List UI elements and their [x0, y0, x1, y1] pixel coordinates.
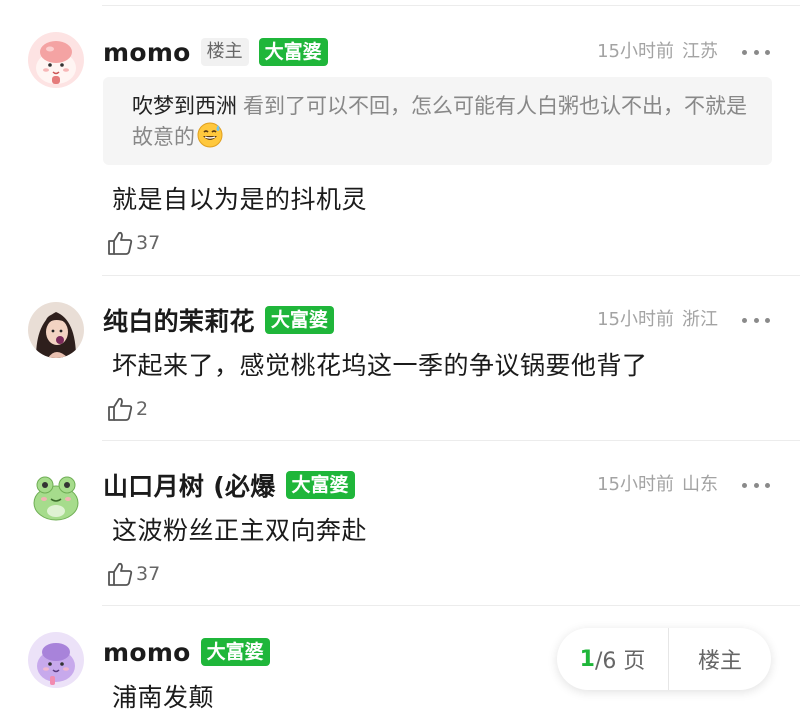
like-count: 2 [136, 398, 149, 420]
like-count: 37 [136, 232, 161, 254]
avatar[interactable] [28, 302, 84, 358]
divider [102, 275, 800, 276]
thumbs-up-icon [108, 231, 133, 255]
timestamp: 15小时前 [597, 41, 674, 62]
sweat-smile-emoji-icon [197, 122, 223, 157]
like-button[interactable]: 2 [106, 394, 148, 424]
comment-text: 就是自以为是的抖机灵 [112, 185, 368, 214]
quoted-username: 吹梦到西洲 [132, 94, 237, 118]
divider [102, 440, 800, 441]
comment-meta: 15小时前 山东 [597, 465, 718, 505]
thumbs-up-icon [108, 397, 133, 421]
username[interactable]: 纯白的茉莉花 [103, 302, 255, 338]
badge-tag: 大富婆 [200, 638, 270, 666]
more-options-icon[interactable] [742, 465, 770, 505]
page-indicator-button[interactable]: 1/6 页 [557, 628, 669, 690]
more-options-icon[interactable] [742, 32, 770, 72]
comment-meta: 15小时前 江苏 [597, 32, 718, 72]
more-options-icon[interactable] [742, 300, 770, 340]
owner-tag: 楼主 [200, 38, 249, 66]
comment-text: 浦南发颠 [112, 683, 215, 712]
comment-text: 这波粉丝正主双向奔赴 [112, 516, 368, 545]
divider [102, 5, 800, 6]
like-count: 37 [136, 563, 161, 585]
avatar[interactable] [28, 467, 84, 523]
like-button[interactable]: 37 [106, 559, 160, 589]
thumbs-up-icon [108, 562, 133, 586]
avatar[interactable] [28, 632, 84, 688]
comment-text: 坏起来了，感觉桃花坞这一季的争议锅要他背了 [112, 351, 648, 380]
owner-only-button[interactable]: 楼主 [669, 628, 771, 690]
like-button[interactable]: 37 [106, 228, 160, 258]
comment-meta: 15小时前 浙江 [597, 300, 718, 340]
username[interactable]: 山口月树 (必爆 [103, 467, 276, 503]
divider [102, 605, 800, 606]
current-page: 1 [579, 646, 595, 672]
badge-tag: 大富婆 [258, 38, 328, 66]
location: 山东 [682, 474, 718, 495]
timestamp: 15小时前 [597, 309, 674, 330]
location: 江苏 [682, 41, 718, 62]
username[interactable]: momo [103, 38, 191, 67]
page-navigator: 1/6 页 楼主 [557, 628, 771, 690]
badge-tag: 大富婆 [264, 306, 334, 334]
avatar[interactable] [28, 32, 84, 88]
badge-tag: 大富婆 [285, 471, 355, 499]
location: 浙江 [682, 309, 718, 330]
total-pages: /6 页 [594, 649, 646, 674]
quoted-reply[interactable]: 吹梦到西洲 看到了可以不回，怎么可能有人白粥也认不出，不就是故意的 [103, 77, 772, 165]
username[interactable]: momo [103, 638, 191, 667]
timestamp: 15小时前 [597, 474, 674, 495]
